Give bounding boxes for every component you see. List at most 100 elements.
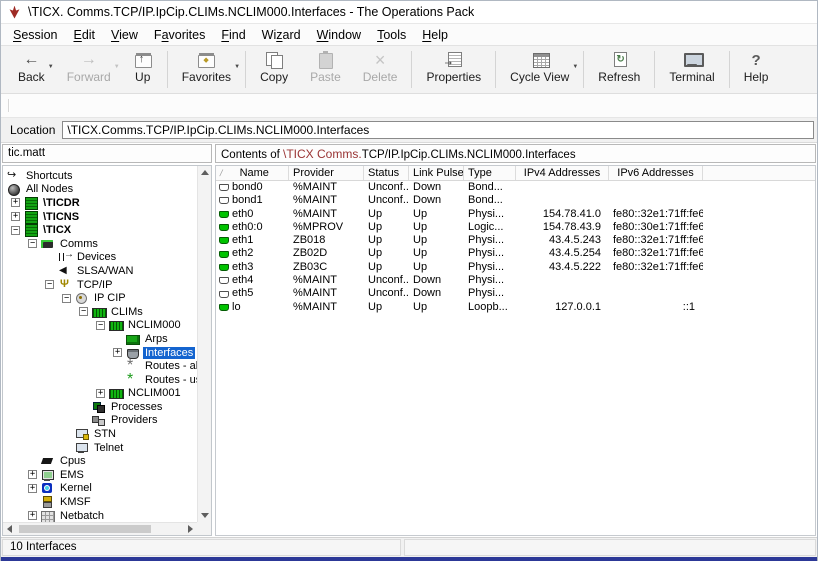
tree-item-providers[interactable]: Providers bbox=[3, 414, 197, 428]
scroll-up-icon[interactable] bbox=[201, 170, 209, 175]
dropdown-arrow-icon[interactable]: ▼ bbox=[48, 64, 54, 70]
expand-toggle-icon[interactable]: − bbox=[79, 307, 88, 316]
table-row-eth3[interactable]: eth3ZB03CUpUpPhysi...43.4.5.222fe80::32e… bbox=[216, 261, 815, 274]
table-row-eth2[interactable]: eth2ZB02DUpUpPhysi...43.4.5.254fe80::32e… bbox=[216, 247, 815, 260]
tree-item-comms[interactable]: −Comms bbox=[3, 237, 197, 251]
menu-item-wizard[interactable]: Wizard bbox=[254, 25, 309, 45]
tree-item-kmsf[interactable]: KMSF bbox=[3, 495, 197, 509]
expand-toggle-icon[interactable]: + bbox=[96, 389, 105, 398]
tree-item-label: Cpus bbox=[58, 455, 88, 467]
table-row-eth5[interactable]: eth5%MAINTUnconf...DownPhysi... bbox=[216, 287, 815, 300]
scroll-left-icon[interactable] bbox=[7, 525, 12, 533]
table-row-bond0[interactable]: bond0%MAINTUnconf...DownBond... bbox=[216, 181, 815, 194]
tree-item-kernel[interactable]: +Kernel bbox=[3, 482, 197, 496]
expand-toggle-icon[interactable]: − bbox=[11, 226, 20, 235]
tree-pane: tic.matt ShortcutsAll Nodes+\TICDR+\TICN… bbox=[1, 143, 213, 537]
column-header-status[interactable]: Status bbox=[364, 166, 409, 180]
tree-item-label: CLIMs bbox=[109, 306, 145, 318]
properties-button[interactable]: Properties bbox=[415, 47, 492, 92]
menu-item-help[interactable]: Help bbox=[414, 25, 456, 45]
tree-item-cpus[interactable]: Cpus bbox=[3, 454, 197, 468]
help-button[interactable]: Help bbox=[733, 47, 780, 92]
tree-item-routes-all[interactable]: Routes - all bbox=[3, 359, 197, 373]
table-row-lo[interactable]: lo%MAINTUpUpLoopb...127.0.0.1::1 bbox=[216, 301, 815, 314]
tree-item-ems[interactable]: +EMS bbox=[3, 468, 197, 482]
expand-toggle-icon[interactable]: − bbox=[62, 294, 71, 303]
tree-item-clims[interactable]: − CLIMs bbox=[3, 305, 197, 319]
table-row-eth1[interactable]: eth1ZB018UpUpPhysi...43.4.5.243fe80::32e… bbox=[216, 234, 815, 247]
tree-item-processes[interactable]: Processes bbox=[3, 400, 197, 414]
scroll-right-icon[interactable] bbox=[188, 525, 193, 533]
menu-item-window[interactable]: Window bbox=[309, 25, 369, 45]
tree-item-arps[interactable]: Arps bbox=[3, 332, 197, 346]
dropdown-arrow-icon[interactable]: ▼ bbox=[114, 64, 120, 70]
table-row-eth0-0[interactable]: eth0:0%MPROVUpUpLogic...154.78.43.9fe80:… bbox=[216, 221, 815, 234]
column-header-name[interactable]: /Name bbox=[216, 166, 289, 180]
column-header-type[interactable]: Type bbox=[464, 166, 516, 180]
scroll-down-icon[interactable] bbox=[201, 513, 209, 518]
tree-item-stn[interactable]: STN bbox=[3, 427, 197, 441]
menu-bar: SessionEditViewFavoritesFindWizardWindow… bbox=[1, 23, 817, 46]
favorites-button[interactable]: Favorites▼ bbox=[171, 47, 242, 92]
rebar-gripper[interactable] bbox=[8, 99, 10, 112]
table-row-eth4[interactable]: eth4%MAINTUnconf...DownPhysi... bbox=[216, 274, 815, 287]
tree-item-devices[interactable]: Devices bbox=[3, 251, 197, 265]
column-header-label: Status bbox=[368, 167, 404, 179]
tree-item-ip-cip[interactable]: − IP CIP bbox=[3, 291, 197, 305]
tree-item-nclim000[interactable]: −NCLIM000 bbox=[3, 319, 197, 333]
tree-item-nclim001[interactable]: +NCLIM001 bbox=[3, 387, 197, 401]
cycle-view-button[interactable]: Cycle View▼ bbox=[499, 47, 580, 92]
app-icon[interactable] bbox=[8, 6, 21, 19]
tree-item-ticx[interactable]: −\TICX bbox=[3, 223, 197, 237]
table-row-eth0[interactable]: eth0%MAINTUpUpPhysi...154.78.41.0fe80::3… bbox=[216, 208, 815, 221]
menu-item-find[interactable]: Find bbox=[213, 25, 253, 45]
expand-toggle-icon[interactable]: + bbox=[11, 198, 20, 207]
tree-item-ticdr[interactable]: +\TICDR bbox=[3, 196, 197, 210]
tree-item-label: IP CIP bbox=[92, 292, 128, 304]
cell-link-pulse: Up bbox=[409, 221, 464, 234]
menu-item-session[interactable]: Session bbox=[5, 25, 65, 45]
tree-item-shortcuts[interactable]: Shortcuts bbox=[3, 169, 197, 183]
menu-item-tools[interactable]: Tools bbox=[369, 25, 414, 45]
menu-item-view[interactable]: View bbox=[103, 25, 146, 45]
location-input[interactable] bbox=[62, 121, 814, 139]
column-header-ipv4-addresses[interactable]: IPv4 Addresses bbox=[516, 166, 609, 180]
tree-item-telnet[interactable]: Telnet bbox=[3, 441, 197, 455]
expand-toggle-icon[interactable]: + bbox=[113, 348, 122, 357]
column-header-ipv6-addresses[interactable]: IPv6 Addresses bbox=[609, 166, 703, 180]
contents-pane: Contents of \TICX Comms.TCP/IP.IpCip.CLI… bbox=[213, 143, 817, 537]
refresh-button[interactable]: Refresh bbox=[587, 47, 651, 92]
tree-item-routes-us[interactable]: Routes - us bbox=[3, 373, 197, 387]
expand-toggle-icon[interactable]: − bbox=[45, 280, 54, 289]
scrollbar-thumb[interactable] bbox=[19, 525, 151, 533]
tree-item-slsa-wan[interactable]: SLSA/WAN bbox=[3, 264, 197, 278]
table-row-bond1[interactable]: bond1%MAINTUnconf...DownBond... bbox=[216, 194, 815, 207]
column-header-link-pulse[interactable]: Link Pulse bbox=[409, 166, 464, 180]
expand-toggle-icon[interactable]: − bbox=[28, 239, 37, 248]
tree-item-all-nodes[interactable]: All Nodes bbox=[3, 183, 197, 197]
cell-ipv4-addresses bbox=[516, 181, 609, 194]
up-button[interactable]: Up bbox=[122, 47, 164, 92]
column-header-provider[interactable]: Provider bbox=[289, 166, 364, 180]
expand-toggle-icon[interactable]: + bbox=[28, 511, 37, 520]
back-button[interactable]: Back▼ bbox=[7, 47, 56, 92]
menu-item-favorites[interactable]: Favorites bbox=[146, 25, 213, 45]
tree-item-ticns[interactable]: +\TICNS bbox=[3, 210, 197, 224]
tree-item-netbatch[interactable]: +Netbatch bbox=[3, 509, 197, 522]
cell-status: Unconf... bbox=[364, 274, 409, 287]
dropdown-arrow-icon[interactable]: ▼ bbox=[234, 64, 240, 70]
tree-item-tcp-ip[interactable]: −TCP/IP bbox=[3, 278, 197, 292]
expand-toggle-icon[interactable]: + bbox=[11, 212, 20, 221]
expand-toggle-icon[interactable]: + bbox=[28, 470, 37, 479]
expand-toggle-icon[interactable]: + bbox=[28, 484, 37, 493]
menu-item-edit[interactable]: Edit bbox=[65, 25, 103, 45]
tree-vertical-scrollbar[interactable] bbox=[197, 166, 211, 522]
dropdown-arrow-icon[interactable]: ▼ bbox=[572, 64, 578, 70]
scrollbar-corner bbox=[197, 522, 211, 535]
tree-item-interfaces[interactable]: +Interfaces bbox=[3, 346, 197, 360]
back-icon bbox=[21, 51, 41, 69]
terminal-button[interactable]: Terminal bbox=[658, 47, 725, 92]
tree-horizontal-scrollbar[interactable] bbox=[3, 522, 197, 535]
copy-button[interactable]: Copy bbox=[249, 47, 299, 92]
expand-toggle-icon[interactable]: − bbox=[96, 321, 105, 330]
